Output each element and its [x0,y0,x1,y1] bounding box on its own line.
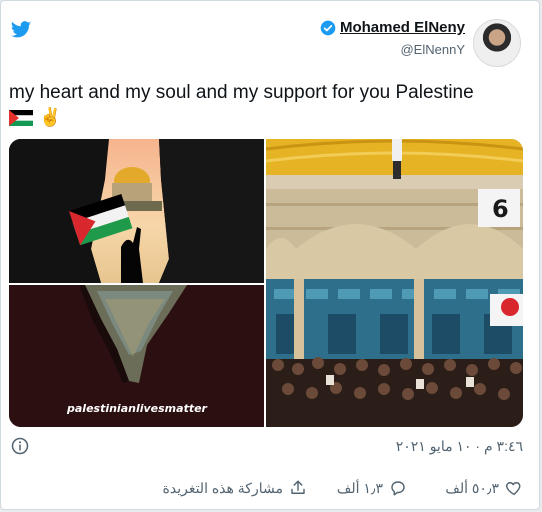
verified-badge-icon [320,20,336,35]
media-image-dome-of-the-rock[interactable]: 6 [265,139,523,427]
tweet-actions-bar: ٥٠٫٣ ألف ١٫٣ ألف مشاركة هذه التغريدة [1,479,541,501]
reply-bubble-icon [391,481,405,496]
tweet-text: my heart and my soul and my support for … [9,80,529,130]
svg-text:6: 6 [492,195,509,223]
info-icon[interactable] [11,437,29,455]
tweet-author[interactable]: Mohamed ElNeny @ElNennY [320,19,521,67]
dome-crowd-illustration: 6 [265,139,523,427]
tweet-card: Mohamed ElNeny @ElNennY my heart and my … [0,0,540,510]
tweet-media-grid: palestinianlivesmatter 6 [9,139,523,427]
share-upload-icon [291,480,305,494]
avatar[interactable] [473,19,521,67]
flag-silhouette-illustration [9,139,264,283]
author-name[interactable]: Mohamed ElNeny [340,19,465,36]
palestine-flag-icon [9,110,33,126]
like-count: ٥٠٫٣ ألف [445,479,499,496]
reply-button[interactable]: ١٫٣ ألف [337,479,407,497]
tweet-timestamp[interactable]: ٣:٤٦ م · ١٠ مايو ٢٠٢١ [396,438,523,455]
image-caption: palestinianlivesmatter [67,402,207,415]
tweet-text-body: my heart and my soul and my support for … [9,82,474,103]
share-label: مشاركة هذه التغريدة [162,479,283,496]
heart-icon [506,482,521,496]
peace-hand-emoji: ✌️ [39,107,62,127]
author-handle[interactable]: @ElNennY [320,42,465,57]
media-image-palestinianlivesmatter[interactable]: palestinianlivesmatter [9,285,264,427]
twitter-bird-icon[interactable] [9,19,33,41]
reply-count: ١٫٣ ألف [336,479,383,496]
like-button[interactable]: ٥٠٫٣ ألف [445,479,523,497]
share-button[interactable]: مشاركة هذه التغريدة [163,479,307,497]
media-image-flag-silhouette[interactable] [9,139,264,283]
